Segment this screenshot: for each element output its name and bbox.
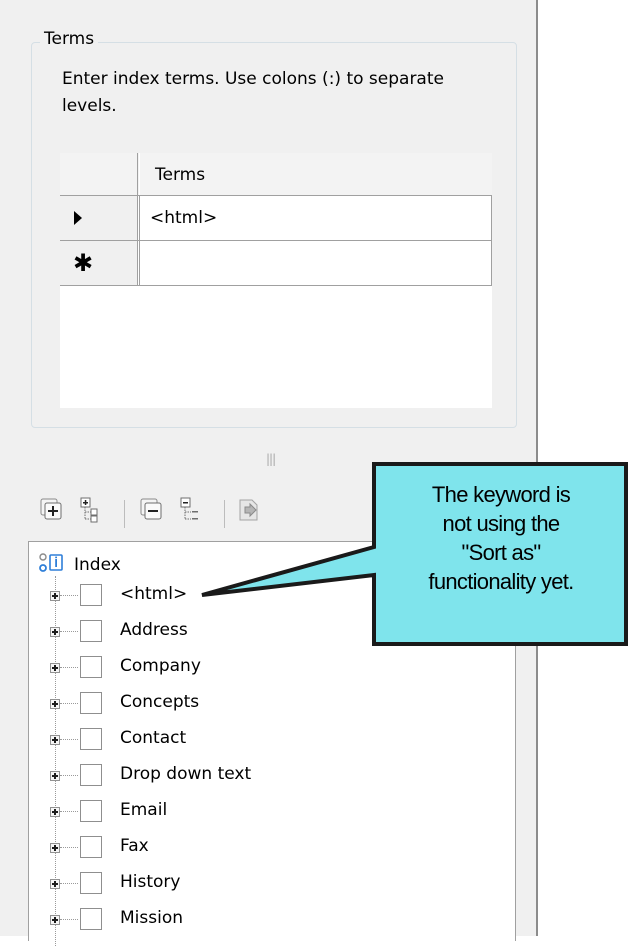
expand-plus-icon[interactable] bbox=[50, 627, 60, 637]
item-checkbox[interactable] bbox=[80, 584, 102, 606]
grid-row[interactable]: <html> bbox=[60, 196, 492, 241]
index-root-icon bbox=[37, 552, 67, 580]
expand-plus-icon[interactable] bbox=[50, 843, 60, 853]
collapse-tree-icon[interactable] bbox=[178, 497, 204, 523]
callout-text: The keyword is not using the "Sort as" f… bbox=[385, 480, 617, 596]
toolbar-separator bbox=[224, 500, 225, 528]
item-checkbox[interactable] bbox=[80, 800, 102, 822]
tree-root-label: Index bbox=[74, 555, 121, 575]
expand-plus-icon[interactable] bbox=[50, 807, 60, 817]
expand-plus-icon[interactable] bbox=[50, 591, 60, 601]
expand-plus-icon[interactable] bbox=[50, 915, 60, 925]
term-cell[interactable]: <html> bbox=[139, 196, 492, 240]
grid-corner-cell[interactable] bbox=[60, 153, 138, 195]
item-checkbox[interactable] bbox=[80, 764, 102, 786]
item-checkbox[interactable] bbox=[80, 620, 102, 642]
tree-item-label[interactable]: Contact bbox=[120, 726, 186, 750]
tree-item[interactable]: Company bbox=[29, 649, 509, 685]
tree-connector bbox=[60, 739, 78, 740]
row-selector[interactable] bbox=[60, 196, 138, 240]
new-row-asterisk-icon: ✱ bbox=[73, 249, 94, 277]
tree-item-label[interactable]: Mission bbox=[120, 906, 183, 930]
item-checkbox[interactable] bbox=[80, 836, 102, 858]
item-checkbox[interactable] bbox=[80, 728, 102, 750]
tree-connector bbox=[60, 775, 78, 776]
expand-plus-icon[interactable] bbox=[50, 699, 60, 709]
row-selector[interactable]: ✱ bbox=[60, 241, 138, 285]
tree-item[interactable]: Mission bbox=[29, 901, 509, 937]
tree-connector bbox=[60, 595, 78, 596]
tree-item[interactable]: Contact bbox=[29, 721, 509, 757]
collapse-all-icon[interactable] bbox=[138, 497, 164, 523]
tree-connector bbox=[60, 811, 78, 812]
tree-item-label[interactable]: History bbox=[120, 870, 180, 894]
tree-item-label[interactable]: Drop down text bbox=[120, 762, 251, 786]
tree-item[interactable]: Email bbox=[29, 793, 509, 829]
item-checkbox[interactable] bbox=[80, 692, 102, 714]
terms-grid[interactable]: Terms <html> ✱ bbox=[60, 153, 492, 408]
callout-line: not using the bbox=[442, 511, 561, 536]
grid-new-row[interactable]: ✱ bbox=[60, 241, 492, 286]
tree-item-label[interactable]: Concepts bbox=[120, 690, 199, 714]
grid-header-row: Terms bbox=[60, 153, 492, 196]
tree-item[interactable]: Fax bbox=[29, 829, 509, 865]
expand-plus-icon[interactable] bbox=[50, 879, 60, 889]
callout-line: The keyword is bbox=[431, 482, 571, 507]
tree-connector bbox=[60, 883, 78, 884]
callout-line: "Sort as" bbox=[461, 540, 541, 565]
tree-connector bbox=[60, 919, 78, 920]
expand-plus-icon[interactable] bbox=[50, 735, 60, 745]
tree-item[interactable]: History bbox=[29, 865, 509, 901]
item-checkbox[interactable] bbox=[80, 656, 102, 678]
tree-item[interactable]: Drop down text bbox=[29, 757, 509, 793]
new-term-cell[interactable] bbox=[139, 241, 492, 285]
tree-item-label[interactable]: <html> bbox=[120, 582, 187, 606]
splitter-grip[interactable]: ||| bbox=[266, 452, 276, 466]
tree-connector bbox=[60, 703, 78, 704]
tree-item-label[interactable]: Address bbox=[120, 618, 188, 642]
tree-connector bbox=[60, 847, 78, 848]
tree-item-label[interactable]: Company bbox=[120, 654, 201, 678]
item-checkbox[interactable] bbox=[80, 872, 102, 894]
properties-icon[interactable] bbox=[236, 497, 262, 523]
tree-item-label[interactable]: Email bbox=[120, 798, 167, 822]
current-row-arrow-icon bbox=[74, 211, 82, 225]
terms-column-header[interactable]: Terms bbox=[139, 153, 492, 195]
tree-connector bbox=[60, 667, 78, 668]
terms-group-title: Terms bbox=[40, 29, 99, 49]
callout-line: functionality yet. bbox=[428, 569, 574, 594]
item-checkbox[interactable] bbox=[80, 908, 102, 930]
expand-tree-icon[interactable] bbox=[78, 497, 104, 523]
tree-item-label[interactable]: Fax bbox=[120, 834, 149, 858]
tree-connector bbox=[60, 631, 78, 632]
terms-instructions: Enter index terms. Use colons (:) to sep… bbox=[62, 69, 444, 116]
expand-plus-icon[interactable] bbox=[50, 771, 60, 781]
expand-plus-icon[interactable] bbox=[50, 663, 60, 673]
tree-item[interactable]: Concepts bbox=[29, 685, 509, 721]
expand-all-icon[interactable] bbox=[38, 497, 64, 523]
toolbar-separator bbox=[124, 500, 125, 528]
